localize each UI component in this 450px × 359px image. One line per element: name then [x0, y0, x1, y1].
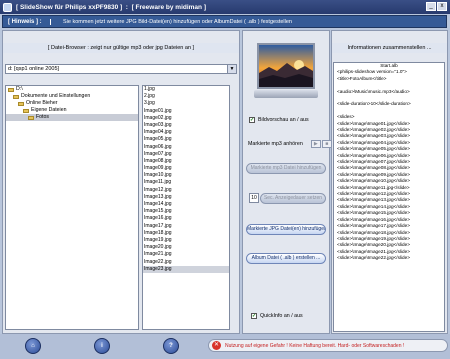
file-list-item[interactable]: Image09.jpg	[143, 165, 229, 172]
file-list-item[interactable]: Image04.jpg	[143, 129, 229, 136]
file-list-item[interactable]: Image06.jpg	[143, 144, 229, 151]
add-mp3-button[interactable]: Markierte mp3 Datei hinzufügen	[246, 163, 326, 174]
file-list-item[interactable]: Image02.jpg	[143, 115, 229, 122]
file-list-item[interactable]: Image14.jpg	[143, 201, 229, 208]
warning-bar: ✕ Nutzung auf eigene Gefahr ! Keine Haft…	[208, 339, 448, 352]
file-list-item[interactable]: Image21.jpg	[143, 251, 229, 258]
preview-landscape	[257, 43, 315, 89]
file-list-item[interactable]: Image10.jpg	[143, 172, 229, 179]
folder-icon	[18, 101, 24, 106]
chevron-down-icon[interactable]: ▼	[227, 65, 236, 73]
preview-toggle-label: Bildvorschau an / aus	[258, 117, 309, 123]
seconds-input[interactable]: 10	[249, 193, 259, 203]
file-list-item[interactable]: Image01.jpg	[143, 108, 229, 115]
tree-node[interactable]: Eigene Dateien	[6, 107, 138, 114]
quickinfo-label: QuickInfo an / aus	[260, 313, 303, 319]
file-list-item[interactable]: Image05.jpg	[143, 136, 229, 143]
monitor-stand	[254, 90, 318, 98]
folder-icon	[8, 87, 14, 92]
file-list-item[interactable]: Image20.jpg	[143, 244, 229, 251]
file-list-item[interactable]: Image03.jpg	[143, 122, 229, 129]
home-icon[interactable]: ⌂	[25, 338, 41, 354]
mp3-listen-label: Markierte mp3 anhören	[248, 141, 303, 147]
mp3-listen-row: Markierte mp3 anhören ▶ ■	[248, 140, 332, 148]
warning-text: Nutzung auf eigene Gefahr ! Keine Haftun…	[225, 342, 405, 349]
warning-icon: ✕	[212, 341, 221, 350]
drive-select-value: d: [qsp1 online 2005]	[8, 66, 60, 72]
file-list-item[interactable]: Image19.jpg	[143, 237, 229, 244]
close-button[interactable]: x	[437, 2, 447, 11]
file-browser-header: [ Datei-Browser : zeigt nur gültige mp3 …	[3, 43, 239, 53]
add-jpg-button[interactable]: Markierte JPG Datei(en) hinzufügen >	[246, 224, 326, 235]
file-list-item[interactable]: Image07.jpg	[143, 151, 229, 158]
file-list-item[interactable]: Image15.jpg	[143, 208, 229, 215]
minimize-button[interactable]: _	[426, 2, 436, 11]
album-info-text: Start.alb <philips-slideshow version="1.0…	[333, 62, 445, 332]
drive-select[interactable]: d: [qsp1 online 2005] ▼	[5, 64, 237, 74]
preview-toggle[interactable]: ✓ Bildvorschau an / aus	[249, 117, 309, 123]
tree-node[interactable]: Fotos	[6, 114, 138, 121]
tree-node-label: D:\	[16, 86, 23, 92]
title-bar: [ SlideShow für Philips xxPF9830 ] : [ F…	[0, 0, 450, 14]
file-list-item[interactable]: Image23.jpg	[143, 265, 229, 273]
quickinfo-toggle[interactable]: ✓ QuickInfo an / aus	[251, 313, 303, 319]
set-duration-button[interactable]: Sec. Anzeigedauer setzen	[260, 193, 326, 204]
tree-node[interactable]: Online Bieher	[6, 100, 138, 107]
play-icon[interactable]: ▶	[310, 140, 321, 148]
quickinfo-checkbox[interactable]: ✓	[251, 313, 257, 319]
preview-image	[259, 45, 313, 87]
tree-node-label: Eigene Dateien	[31, 107, 67, 113]
hint-message: Sie kommen jetzt weitere JPG Bild-Datei(…	[63, 18, 292, 25]
image-preview	[252, 40, 320, 101]
tree-node[interactable]: Dokumente und Einstellungen	[6, 93, 138, 100]
folder-icon	[13, 94, 19, 99]
folder-tree[interactable]: D:\ Dokumente und Einstellungen Online Bie…	[5, 85, 139, 330]
info-header: Informationen zusammenstellen ...	[332, 43, 447, 53]
app-icon	[3, 2, 12, 12]
tree-node-label: Online Bieher	[26, 100, 58, 106]
file-list-item[interactable]: Image13.jpg	[143, 194, 229, 201]
file-list-item[interactable]: 2.jpg	[143, 93, 229, 100]
help-icon[interactable]: ?	[163, 338, 179, 354]
tree-node[interactable]: D:\	[6, 86, 138, 93]
info-icon[interactable]: i	[94, 338, 110, 354]
file-list-item[interactable]: Image18.jpg	[143, 230, 229, 237]
window-title: [ SlideShow für Philips xxPF9830 ] : [ F…	[16, 3, 206, 11]
file-list[interactable]: 1.jpg 2.jpg 3.jpg Image01.jpg Image02.jpg Ima…	[142, 85, 230, 330]
file-list-item[interactable]: Image16.jpg	[143, 215, 229, 222]
hint-label: [ Hinweis ] :	[3, 18, 51, 25]
file-list-item[interactable]: Image12.jpg	[143, 187, 229, 194]
file-list-item[interactable]: 3.jpg	[143, 100, 229, 107]
file-list-item[interactable]: Image22.jpg	[143, 259, 229, 266]
file-list-item[interactable]: 1.jpg	[143, 86, 229, 93]
folder-icon	[23, 108, 29, 113]
hint-bar: [ Hinweis ] : Sie kommen jetzt weitere J…	[2, 15, 447, 28]
info-line: <slide>\Image\Image22.jpg</slide>	[337, 255, 410, 261]
create-album-button[interactable]: Album Datei ( .alb ) erstellen ...	[246, 253, 326, 264]
file-list-item[interactable]: Image08.jpg	[143, 158, 229, 165]
tree-node-label: Fotos	[36, 114, 49, 120]
file-list-item[interactable]: Image11.jpg	[143, 179, 229, 186]
file-list-item[interactable]: Image17.jpg	[143, 223, 229, 230]
preview-checkbox[interactable]: ✓	[249, 117, 255, 123]
folder-icon	[28, 115, 34, 120]
tree-node-label: Dokumente und Einstellungen	[21, 93, 91, 99]
